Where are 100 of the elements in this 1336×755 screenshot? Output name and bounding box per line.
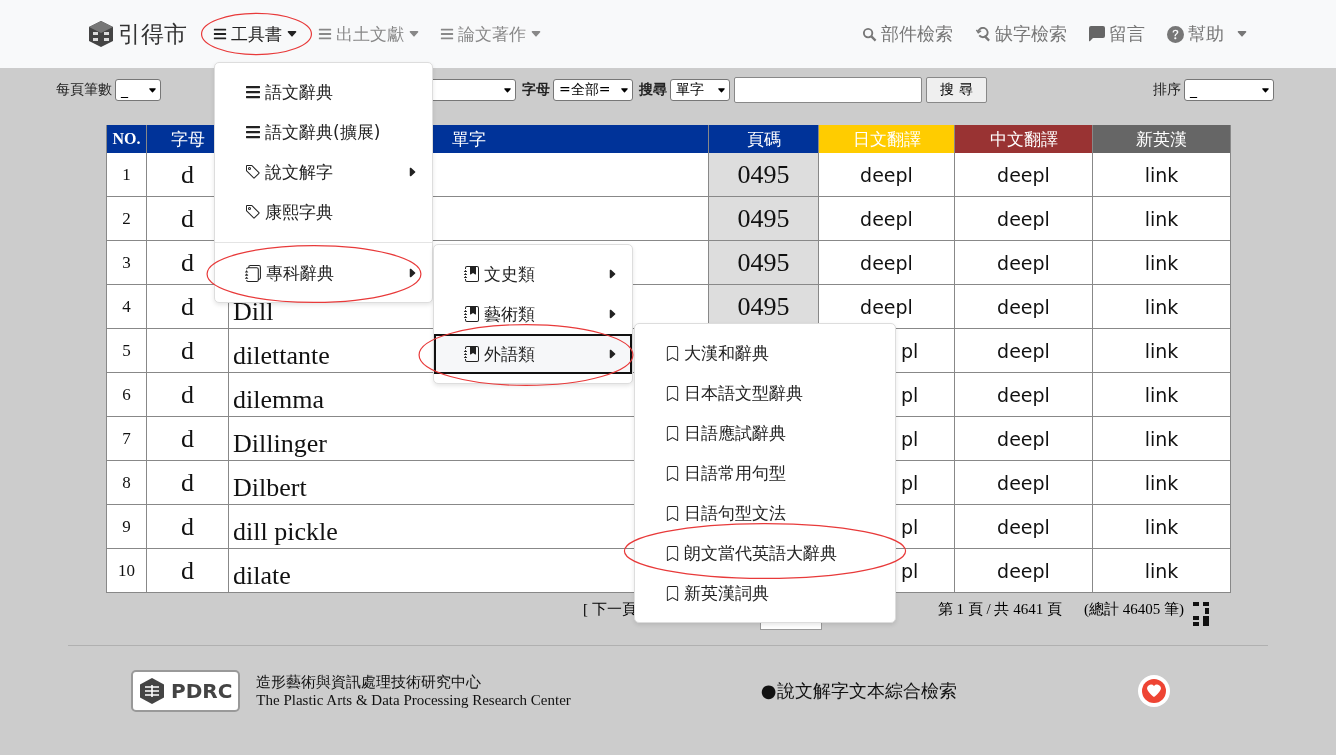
field-label: 字母 xyxy=(522,81,550,99)
table-cell[interactable]: link xyxy=(1093,461,1231,505)
search-field[interactable] xyxy=(734,77,922,103)
table-cell[interactable]: link xyxy=(1093,505,1231,549)
brand-name[interactable]: 引得市 xyxy=(118,18,187,50)
table-cell[interactable]: deepl xyxy=(955,197,1093,241)
bookmark-icon xyxy=(665,425,680,441)
table-cell[interactable]: deepl xyxy=(955,461,1093,505)
menu-item[interactable]: 語文辭典 xyxy=(215,72,432,112)
table-cell[interactable]: deepl xyxy=(955,153,1093,197)
book-icon xyxy=(464,306,480,322)
nav-link[interactable]: 幫助 xyxy=(1167,22,1248,46)
table-cell: 0495 xyxy=(709,197,819,241)
bookmark-icon xyxy=(665,505,680,521)
table-cell[interactable]: link xyxy=(1093,329,1231,373)
table-cell[interactable]: link xyxy=(1093,197,1231,241)
logo-icon xyxy=(88,20,114,48)
column-header: 新英漢 xyxy=(1093,125,1231,153)
table-cell: d xyxy=(147,373,229,417)
caret-icon xyxy=(148,85,157,95)
caret-icon xyxy=(503,85,512,95)
grid-icon xyxy=(1191,601,1210,627)
chat-icon xyxy=(1089,26,1105,42)
field-label: 排序 xyxy=(1153,81,1181,99)
bookmark-icon xyxy=(665,465,680,481)
tag-icon xyxy=(245,204,261,220)
list-icon xyxy=(245,84,261,100)
select-field[interactable]: _ xyxy=(1184,79,1274,101)
select-field[interactable]: 單字 xyxy=(670,79,730,101)
select-field[interactable]: =全部= xyxy=(553,79,633,101)
bookmark-icon xyxy=(665,585,680,601)
menu-item[interactable]: 日語常用句型 xyxy=(635,453,895,493)
menu-icon xyxy=(440,27,454,41)
bookmark-icon xyxy=(665,545,680,561)
table-cell[interactable]: deepl xyxy=(955,285,1093,329)
nav-link[interactable]: 部件檢索 xyxy=(862,22,953,46)
table-cell: 2 xyxy=(107,197,147,241)
org-name: 造形藝術與資訊處理技術研究中心 xyxy=(256,673,483,692)
menu-item[interactable]: 新英漢詞典 xyxy=(635,573,895,613)
search-icon xyxy=(975,26,991,42)
bookmark-icon xyxy=(665,345,680,361)
table-cell[interactable]: deepl xyxy=(955,241,1093,285)
org-name: The Plastic Arts & Data Processing Research Center xyxy=(256,692,571,709)
help-icon xyxy=(1167,25,1184,43)
table-cell: 5 xyxy=(107,329,147,373)
table-cell[interactable]: deepl xyxy=(819,153,955,197)
column-header: NO. xyxy=(107,125,147,153)
field-label: 搜尋 xyxy=(639,81,667,99)
table-cell[interactable]: link xyxy=(1093,153,1231,197)
table-cell: 7 xyxy=(107,417,147,461)
nav-menu[interactable]: 論文著作 xyxy=(440,22,542,46)
table-cell: 0495 xyxy=(709,153,819,197)
nav-link[interactable]: 留言 xyxy=(1089,22,1145,46)
page-count: 第 1 頁 / 共 4641 頁 xyxy=(937,599,1062,619)
table-cell: 8 xyxy=(107,461,147,505)
book-icon xyxy=(464,346,480,362)
table-cell: d xyxy=(147,285,229,329)
field-label: 每頁筆數 xyxy=(56,81,112,99)
table-cell: 3 xyxy=(107,241,147,285)
column-header: 日文翻譯 xyxy=(819,125,955,153)
hexagon-icon xyxy=(139,677,165,705)
heart-logo-icon xyxy=(1136,674,1171,708)
menu-item[interactable]: 日語句型文法 xyxy=(635,493,895,533)
table-cell[interactable]: link xyxy=(1093,373,1231,417)
table-cell[interactable]: deepl xyxy=(819,197,955,241)
column-header: 中文翻譯 xyxy=(955,125,1093,153)
nav-menu[interactable]: 出土文獻 xyxy=(318,22,420,46)
search-icon xyxy=(862,26,877,42)
bookmark-icon xyxy=(665,385,680,401)
table-cell: 6 xyxy=(107,373,147,417)
table-cell[interactable]: link xyxy=(1093,549,1231,593)
pdrc-logo: PDRC xyxy=(131,670,241,712)
footer-link[interactable]: ●說文解字文本綜合檢索 xyxy=(760,679,957,703)
table-cell[interactable]: deepl xyxy=(955,417,1093,461)
table-cell[interactable]: deepl xyxy=(955,549,1093,593)
table-cell[interactable]: link xyxy=(1093,417,1231,461)
book-icon xyxy=(464,266,480,282)
table-cell[interactable]: link xyxy=(1093,285,1231,329)
select-field[interactable]: _ xyxy=(115,79,161,101)
table-cell: 10 xyxy=(107,549,147,593)
table-cell: 0495 xyxy=(709,241,819,285)
table-cell[interactable]: deepl xyxy=(819,241,955,285)
table-cell[interactable]: deepl xyxy=(955,505,1093,549)
table-cell[interactable]: deepl xyxy=(819,285,955,329)
menu-icon xyxy=(318,27,332,41)
table-cell: 9 xyxy=(107,505,147,549)
table-cell: d xyxy=(147,329,229,373)
nav-link[interactable]: 缺字檢索 xyxy=(975,22,1067,46)
table-cell: d xyxy=(147,417,229,461)
table-cell[interactable]: deepl xyxy=(955,373,1093,417)
list-icon xyxy=(245,124,261,140)
table-cell[interactable]: link xyxy=(1093,241,1231,285)
column-header: 頁碼 xyxy=(709,125,819,153)
menu-item[interactable]: 外語類 xyxy=(434,334,632,374)
search-button[interactable]: 搜 尋 xyxy=(926,77,987,103)
table-cell: d xyxy=(147,505,229,549)
caret-icon xyxy=(620,85,629,95)
table-cell: 4 xyxy=(107,285,147,329)
table-cell[interactable]: deepl xyxy=(955,329,1093,373)
books-icon xyxy=(245,264,262,282)
